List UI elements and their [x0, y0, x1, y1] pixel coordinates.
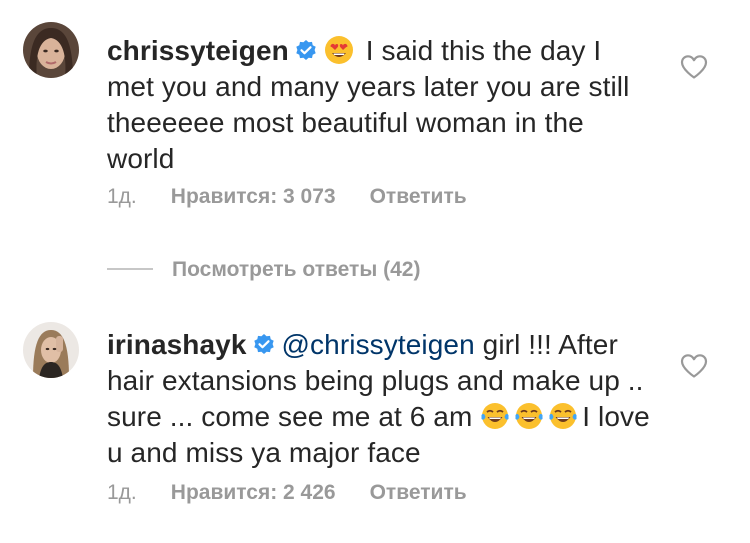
username[interactable]: irinashayk — [107, 329, 247, 360]
avatar[interactable] — [23, 22, 79, 78]
view-replies-label: Посмотреть ответы (42) — [172, 258, 421, 281]
timestamp: 1д. — [107, 185, 137, 208]
tears-of-joy-emoji-icon — [549, 403, 577, 429]
comment-meta: 1д. Нравится: 3 073 Ответить — [107, 185, 467, 209]
comment-meta: 1д. Нравится: 2 426 Ответить — [107, 481, 467, 505]
comment-body: chrissyteigen I said this the day I met … — [107, 33, 652, 177]
heart-eyes-emoji-icon — [324, 36, 353, 64]
heart-outline-icon[interactable] — [680, 54, 708, 80]
username[interactable]: chrissyteigen — [107, 35, 289, 66]
heart-outline-icon[interactable] — [680, 353, 708, 379]
verified-badge-icon — [296, 40, 316, 60]
timestamp: 1д. — [107, 481, 137, 504]
view-replies-button[interactable]: Посмотреть ответы (42) — [107, 258, 420, 282]
comment-chrissyteigen: chrissyteigen I said this the day I met … — [0, 0, 750, 230]
verified-badge-icon — [253, 334, 274, 354]
comment-irinashayk: irinashayk @chrissyteigen girl !!! After… — [0, 300, 750, 543]
likes-count[interactable]: Нравится: 2 426 — [171, 481, 336, 504]
likes-count[interactable]: Нравится: 3 073 — [171, 185, 336, 208]
tears-of-joy-emoji-icon — [481, 403, 509, 429]
mention-link[interactable]: @chrissyteigen — [282, 329, 475, 360]
profile-photo-blonde-hair-icon — [23, 322, 79, 378]
tears-of-joy-emoji-icon — [515, 403, 543, 429]
reply-button[interactable]: Ответить — [370, 185, 467, 208]
profile-photo-dark-hair-icon — [23, 22, 79, 78]
reply-button[interactable]: Ответить — [370, 481, 467, 504]
avatar[interactable] — [23, 322, 79, 378]
comment-body: irinashayk @chrissyteigen girl !!! After… — [107, 327, 652, 471]
divider-line — [107, 268, 153, 270]
